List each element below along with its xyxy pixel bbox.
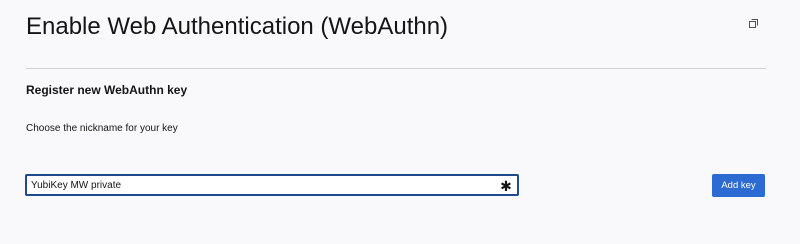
nickname-label: Choose the nickname for your key	[26, 123, 178, 134]
page-title: Enable Web Authentication (WebAuthn)	[26, 13, 449, 40]
add-key-button[interactable]: Add key	[712, 174, 765, 197]
header-divider	[26, 68, 766, 69]
section-title: Register new WebAuthn key	[26, 83, 188, 97]
popout-button[interactable]	[746, 16, 760, 30]
asterisk-icon: ✱	[500, 179, 512, 195]
popout-icon	[748, 16, 758, 31]
nickname-input[interactable]	[27, 176, 499, 194]
nickname-field: ✱	[25, 174, 519, 196]
